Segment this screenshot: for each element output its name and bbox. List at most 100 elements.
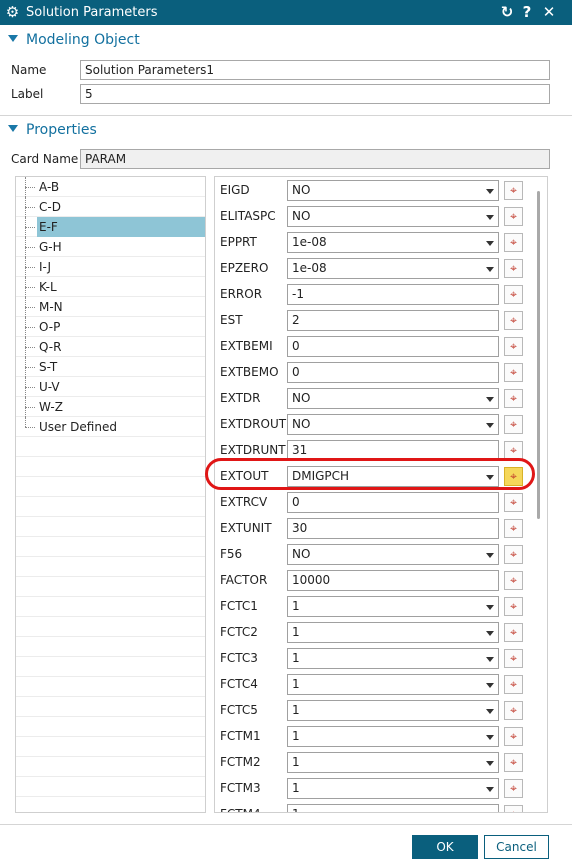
param-dropdown[interactable]: 1 xyxy=(287,700,499,721)
tree-item-g-h[interactable]: G-H xyxy=(16,237,205,257)
param-name: EXTDR xyxy=(220,391,261,405)
tree-item-o-p[interactable]: O-P xyxy=(16,317,205,337)
param-dropdown[interactable]: 1 xyxy=(287,596,499,617)
param-dropdown[interactable]: 1e-08 xyxy=(287,232,499,253)
tree-item-m-n[interactable]: M-N xyxy=(16,297,205,317)
crosshair-icon[interactable]: ⌖ xyxy=(504,727,523,746)
crosshair-icon[interactable]: ⌖ xyxy=(504,519,523,538)
param-value: 1 xyxy=(292,729,300,743)
tree-item-q-r[interactable]: Q-R xyxy=(16,337,205,357)
crosshair-icon[interactable]: ⌖ xyxy=(504,779,523,798)
param-name: EXTDROUT xyxy=(220,417,287,431)
gear-icon[interactable]: ⚙ xyxy=(4,4,21,21)
chevron-down-icon xyxy=(486,657,494,662)
param-input[interactable]: -1 xyxy=(287,284,499,305)
param-input[interactable]: 0 xyxy=(287,492,499,513)
crosshair-icon[interactable]: ⌖ xyxy=(504,363,523,382)
param-input[interactable]: 30 xyxy=(287,518,499,539)
tree-item-a-b[interactable]: A-B xyxy=(16,177,205,197)
tree-item-k-l[interactable]: K-L xyxy=(16,277,205,297)
modeling-object-section-header[interactable]: Modeling Object xyxy=(0,30,572,50)
tree-empty-row xyxy=(16,697,205,717)
param-name: FCTM3 xyxy=(220,781,261,795)
crosshair-icon[interactable]: ⌖ xyxy=(504,597,523,616)
tree-item-e-f[interactable]: E-F xyxy=(16,217,205,237)
param-dropdown[interactable]: NO xyxy=(287,180,499,201)
crosshair-icon[interactable]: ⌖ xyxy=(504,623,523,642)
param-dropdown[interactable]: 1e-08 xyxy=(287,258,499,279)
param-name: EST xyxy=(220,313,243,327)
crosshair-icon[interactable]: ⌖ xyxy=(504,545,523,564)
param-dropdown[interactable]: NO xyxy=(287,544,499,565)
param-dropdown[interactable]: 1 xyxy=(287,622,499,643)
param-dropdown[interactable]: 1 xyxy=(287,752,499,773)
param-dropdown[interactable]: NO xyxy=(287,388,499,409)
dialog-title: Solution Parameters xyxy=(26,5,158,20)
help-icon[interactable]: ? xyxy=(518,3,536,22)
crosshair-icon[interactable]: ⌖ xyxy=(504,649,523,668)
param-name: EXTOUT xyxy=(220,469,269,483)
param-row-elitaspc: ELITASPC NO ⌖ xyxy=(215,203,525,229)
param-dropdown[interactable]: NO xyxy=(287,206,499,227)
section-divider xyxy=(0,115,572,116)
tree-item-c-d[interactable]: C-D xyxy=(16,197,205,217)
crosshair-icon[interactable]: ⌖ xyxy=(504,389,523,408)
param-row-extout: EXTOUT DMIGPCH ⌖ xyxy=(215,463,525,489)
ok-button[interactable]: OK xyxy=(412,835,478,859)
crosshair-icon[interactable]: ⌖ xyxy=(504,207,523,226)
crosshair-icon[interactable]: ⌖ xyxy=(504,467,523,486)
label-field[interactable] xyxy=(80,84,550,104)
cancel-button[interactable]: Cancel xyxy=(484,835,549,859)
chevron-down-icon xyxy=(8,35,18,42)
tree-item-w-z[interactable]: W-Z xyxy=(16,397,205,417)
crosshair-icon[interactable]: ⌖ xyxy=(504,753,523,772)
param-input[interactable]: 0 xyxy=(287,362,499,383)
crosshair-icon[interactable]: ⌖ xyxy=(504,675,523,694)
tree-empty-row xyxy=(16,757,205,777)
crosshair-icon[interactable]: ⌖ xyxy=(504,805,523,812)
tree-empty-row xyxy=(16,657,205,677)
crosshair-icon[interactable]: ⌖ xyxy=(504,259,523,278)
param-value: 1 xyxy=(292,755,300,769)
param-dropdown[interactable]: 1 xyxy=(287,726,499,747)
crosshair-icon[interactable]: ⌖ xyxy=(504,181,523,200)
crosshair-icon[interactable]: ⌖ xyxy=(504,441,523,460)
name-field[interactable] xyxy=(80,60,550,80)
param-dropdown[interactable]: NO xyxy=(287,414,499,435)
tree-empty-row xyxy=(16,577,205,597)
crosshair-icon[interactable]: ⌖ xyxy=(504,337,523,356)
crosshair-icon[interactable]: ⌖ xyxy=(504,701,523,720)
properties-section-header[interactable]: Properties xyxy=(0,120,572,140)
param-input[interactable]: 2 xyxy=(287,310,499,331)
tree-item-label: A-B xyxy=(39,180,60,194)
param-dropdown[interactable]: DMIGPCH xyxy=(287,466,499,487)
param-row-fctc5: FCTC5 1 ⌖ xyxy=(215,697,525,723)
crosshair-icon[interactable]: ⌖ xyxy=(504,233,523,252)
crosshair-icon[interactable]: ⌖ xyxy=(504,571,523,590)
tree-connector xyxy=(25,307,35,308)
tree-item-u-v[interactable]: U-V xyxy=(16,377,205,397)
scrollbar[interactable] xyxy=(537,191,540,519)
tree-item-label: Q-R xyxy=(39,340,62,354)
param-dropdown[interactable]: 1 xyxy=(287,778,499,799)
close-icon[interactable]: ✕ xyxy=(540,3,558,22)
tree-item-s-t[interactable]: S-T xyxy=(16,357,205,377)
param-dropdown[interactable]: 1 xyxy=(287,804,499,812)
crosshair-icon[interactable]: ⌖ xyxy=(504,285,523,304)
param-name: FCTM1 xyxy=(220,729,261,743)
crosshair-icon[interactable]: ⌖ xyxy=(504,311,523,330)
param-dropdown[interactable]: 1 xyxy=(287,674,499,695)
param-input[interactable]: 0 xyxy=(287,336,499,357)
chevron-down-icon xyxy=(486,683,494,688)
param-input[interactable]: 10000 xyxy=(287,570,499,591)
param-row-error: ERROR -1 ⌖ xyxy=(215,281,525,307)
param-row-extbemi: EXTBEMI 0 ⌖ xyxy=(215,333,525,359)
crosshair-icon[interactable]: ⌖ xyxy=(504,415,523,434)
param-name: FCTM2 xyxy=(220,755,261,769)
param-dropdown[interactable]: 1 xyxy=(287,648,499,669)
reset-icon[interactable]: ↻ xyxy=(498,3,516,22)
crosshair-icon[interactable]: ⌖ xyxy=(504,493,523,512)
tree-item-i-j[interactable]: I-J xyxy=(16,257,205,277)
tree-item-user-defined[interactable]: User Defined xyxy=(16,417,205,437)
param-input[interactable]: 31 xyxy=(287,440,499,461)
